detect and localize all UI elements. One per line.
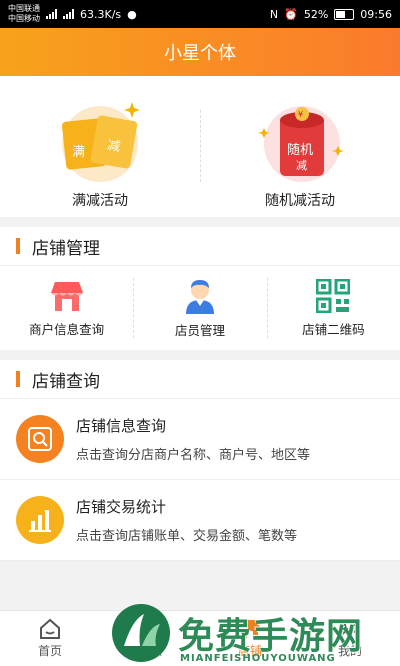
promo-activities: 满 减 满减活动 ¥ 随机 减 随机减活动	[0, 76, 400, 217]
staff-icon	[185, 279, 214, 314]
query-item-desc: 点击查询店铺账单、交易金额、笔数等	[76, 529, 298, 544]
divider	[200, 110, 201, 182]
battery-percent: 52%	[303, 7, 329, 21]
tab-label: 首页	[37, 644, 62, 658]
carrier-info: 中国联通 中国移动	[8, 4, 40, 24]
store-qr-code-label: 店铺二维码	[302, 321, 365, 337]
signal-icon-2	[63, 9, 74, 19]
status-bar: 中国联通 中国移动 63.3K/s ● N ⏰ 52% 09:56	[0, 0, 400, 28]
wechat-icon: ●	[127, 7, 137, 21]
section-store-query-title: 店铺查询	[0, 350, 400, 398]
store-query-list: 店铺信息查询 点击查询分店商户名称、商户号、地区等 店铺交易统计 点击查询店铺账…	[0, 398, 400, 561]
nfc-icon: N	[269, 7, 279, 21]
battery-icon	[334, 8, 355, 20]
watermark-subtext: MIANFEISHOUYOUWANG	[180, 653, 336, 664]
query-item-title: 店铺信息查询	[76, 417, 167, 435]
staff-management-button[interactable]: 店员管理	[133, 266, 266, 350]
app-header: 小星个体	[0, 28, 400, 76]
svg-text:满: 满	[72, 145, 85, 160]
promo-random-reduction-label: 随机减活动	[265, 193, 335, 209]
svg-text:¥: ¥	[298, 110, 303, 119]
page-title: 小星个体	[164, 43, 236, 64]
network-speed: 63.3K/s	[80, 7, 122, 21]
merchant-info-query-button[interactable]: 商户信息查询	[0, 266, 133, 350]
clock-time: 09:56	[360, 7, 392, 21]
tab-home[interactable]: 首页	[0, 611, 100, 666]
query-item-title: 店铺交易统计	[76, 498, 167, 516]
search-info-icon	[16, 415, 64, 463]
qr-code-icon	[316, 278, 351, 313]
query-item-desc: 点击查询分店商户名称、商户号、地区等	[76, 448, 311, 463]
svg-text:减: 减	[296, 159, 307, 172]
storefront-icon	[50, 281, 83, 311]
svg-text:随机: 随机	[287, 143, 313, 158]
store-transaction-stats-item[interactable]: 店铺交易统计 点击查询店铺账单、交易金额、笔数等	[0, 480, 400, 561]
section-accent-bar	[16, 238, 20, 254]
home-icon	[40, 618, 60, 639]
carrier-1: 中国联通	[8, 4, 40, 13]
promo-full-reduction-label: 满减活动	[72, 193, 128, 209]
store-management-grid: 商户信息查询 店员管理 店铺二维码	[0, 265, 400, 350]
section-title-text: 店铺管理	[32, 238, 100, 259]
watermark-logo-icon	[112, 604, 170, 662]
store-qr-code-button[interactable]: 店铺二维码	[266, 266, 400, 350]
signal-icon	[46, 9, 57, 19]
watermark-overlay: 免费手游网 MIANFEISHOUYOUWANG	[110, 600, 400, 666]
section-title-text: 店铺查询	[32, 371, 100, 392]
section-accent-bar	[16, 371, 20, 387]
merchant-info-query-label: 商户信息查询	[29, 321, 105, 337]
promo-full-reduction[interactable]: 满 减 满减活动	[0, 76, 200, 217]
bar-chart-icon	[16, 496, 64, 544]
random-reduction-redpacket-icon: ¥ 随机 减	[258, 106, 344, 182]
watermark-text: 免费手游网	[178, 615, 364, 657]
promo-random-reduction[interactable]: ¥ 随机 减 随机减活动	[200, 76, 400, 217]
full-reduction-coupon-icon: 满 减	[61, 102, 140, 182]
carrier-2: 中国移动	[8, 14, 40, 23]
store-info-query-item[interactable]: 店铺信息查询 点击查询分店商户名称、商户号、地区等	[0, 399, 400, 480]
svg-text:减: 减	[106, 138, 121, 155]
section-store-management-title: 店铺管理	[0, 217, 400, 265]
alarm-icon: ⏰	[284, 7, 298, 21]
staff-management-label: 店员管理	[174, 322, 225, 338]
